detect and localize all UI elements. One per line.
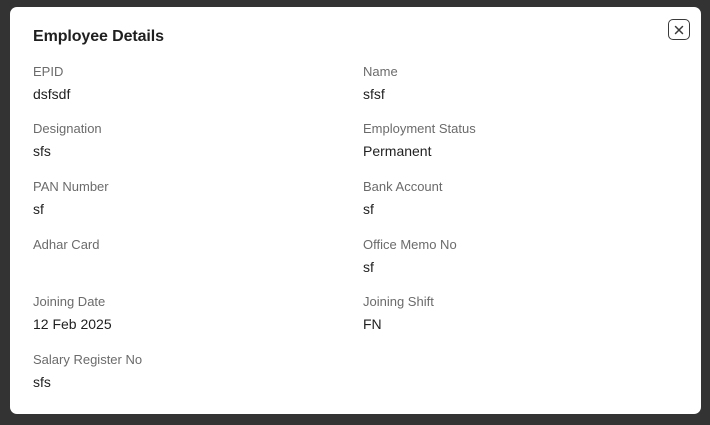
joining-date-label: Joining Date — [33, 294, 106, 309]
name-label: Name — [363, 64, 398, 79]
salary-register-no-value: sfs — [33, 374, 51, 390]
field-joining-shift: Joining Shift FN — [363, 294, 663, 333]
close-icon — [674, 25, 684, 34]
joining-date-value: 12 Feb 2025 — [33, 316, 112, 332]
bank-account-value: sf — [363, 201, 374, 217]
employee-details-dialog: Employee Details EPID dsfsdf Name sfsf D… — [10, 7, 701, 414]
adhar-card-label: Adhar Card — [33, 237, 100, 252]
dialog-title: Employee Details — [33, 28, 164, 45]
field-adhar-card: Adhar Card — [33, 237, 333, 276]
field-pan-number: PAN Number sf — [33, 179, 333, 218]
bank-account-label: Bank Account — [363, 179, 443, 194]
field-name: Name sfsf — [363, 64, 663, 103]
salary-register-no-label: Salary Register No — [33, 352, 143, 367]
designation-value: sfs — [33, 143, 51, 159]
field-designation: Designation sfs — [33, 121, 333, 160]
field-bank-account: Bank Account sf — [363, 179, 663, 218]
epid-label: EPID — [33, 64, 64, 79]
employment-status-value: Permanent — [363, 143, 432, 159]
designation-label: Designation — [33, 121, 102, 136]
office-memo-no-label: Office Memo No — [363, 237, 457, 252]
field-salary-register-no: Salary Register No sfs — [33, 352, 333, 391]
adhar-card-value — [33, 259, 333, 276]
field-employment-status: Employment Status Permanent — [363, 121, 663, 160]
pan-number-value: sf — [33, 201, 44, 217]
joining-shift-label: Joining Shift — [363, 294, 434, 309]
field-joining-date: Joining Date 12 Feb 2025 — [33, 294, 333, 333]
joining-shift-value: FN — [363, 316, 382, 332]
field-epid: EPID dsfsdf — [33, 64, 333, 103]
pan-number-label: PAN Number — [33, 179, 109, 194]
epid-value: dsfsdf — [33, 86, 71, 102]
field-office-memo-no: Office Memo No sf — [363, 237, 663, 276]
office-memo-no-value: sf — [363, 259, 374, 275]
name-value: sfsf — [363, 86, 385, 102]
close-button[interactable] — [668, 19, 690, 40]
employment-status-label: Employment Status — [363, 121, 476, 136]
